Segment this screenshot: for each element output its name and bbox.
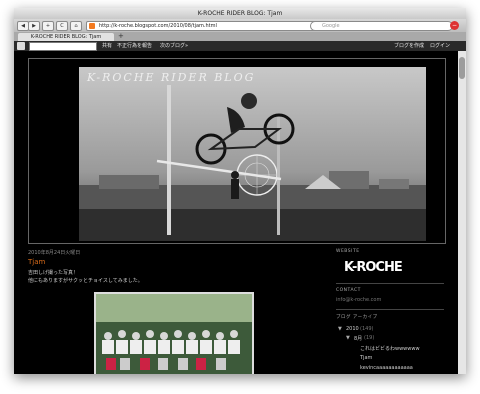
login-link[interactable]: ログイン xyxy=(430,42,450,50)
tab-bar: K-ROCHE RIDER BLOG: Tjam + xyxy=(14,32,466,41)
next-blog-link[interactable]: 次のブログ» xyxy=(160,42,188,50)
website-heading: WEBSITE xyxy=(336,249,360,254)
post-date: 2010年8月24日火曜日 xyxy=(28,250,81,256)
sidebar: WEBSITE K-ROCHE CONTACT info@k-roche.com… xyxy=(336,249,444,374)
expand-month-icon[interactable]: ▼ xyxy=(346,335,350,341)
archive-year-count: (149) xyxy=(360,326,374,332)
reload-button[interactable]: C xyxy=(56,21,68,31)
archive-post-link[interactable]: Tjam xyxy=(360,355,372,361)
create-blog-link[interactable]: ブログを作成 xyxy=(394,42,424,50)
contact-email: info@k-roche.com xyxy=(336,297,382,303)
archive-month-link[interactable]: 8月 xyxy=(354,335,362,342)
search-field[interactable]: Google xyxy=(310,21,453,31)
window-titlebar: K-ROCHE RIDER BLOG: Tjam xyxy=(14,8,466,19)
blog-title[interactable]: K-ROCHE RIDER BLOG xyxy=(87,71,255,84)
divider xyxy=(336,309,444,310)
report-abuse-link[interactable]: 不正行為を報告 xyxy=(117,42,152,50)
address-bar[interactable]: http://k-roche.blogspot.com/2010/08/tjam… xyxy=(86,21,325,31)
blogger-logo-icon[interactable] xyxy=(17,42,25,50)
window-title: K-ROCHE RIDER BLOG: Tjam xyxy=(197,10,283,17)
contact-heading: CONTACT xyxy=(336,288,361,293)
share-link[interactable]: 共有 xyxy=(102,42,112,50)
blog-header: K-ROCHE RIDER BLOG xyxy=(28,58,446,244)
kroche-logo[interactable]: K-ROCHE xyxy=(344,260,403,275)
bmx-rider-photo xyxy=(79,85,426,241)
post-title-link[interactable]: Tjam xyxy=(28,258,45,266)
search-placeholder: Google xyxy=(322,23,340,29)
header-photo[interactable]: K-ROCHE RIDER BLOG xyxy=(79,67,426,241)
stop-icon[interactable]: − xyxy=(450,21,459,30)
archive-post-link[interactable]: これはビビるわwwwwww xyxy=(360,345,420,352)
divider xyxy=(336,283,444,284)
post-body-line: 他にもありますがサクッとチョイスしてみました。 xyxy=(28,278,143,284)
url-text: http://k-roche.blogspot.com/2010/08/tjam… xyxy=(99,23,217,29)
post-body: 吉田しげ撮った写真！ 他にもありますがサクッとチョイスしてみました。 xyxy=(28,269,143,285)
group-photo[interactable] xyxy=(94,292,254,374)
group-photo-image xyxy=(96,294,252,374)
scrollbar-thumb[interactable] xyxy=(459,57,465,79)
share-button[interactable]: + xyxy=(42,21,54,31)
post-body-line: 吉田しげ撮った写真！ xyxy=(28,270,79,276)
archive-heading: ブログ アーカイブ xyxy=(336,315,378,320)
browser-window: K-ROCHE RIDER BLOG: Tjam ◀ ▶ + C ⌂ http:… xyxy=(14,8,466,374)
blogger-favicon-icon xyxy=(89,23,95,29)
archive-year-link[interactable]: 2010 xyxy=(346,326,359,332)
expand-year-icon[interactable]: ▼ xyxy=(338,326,342,332)
home-button[interactable]: ⌂ xyxy=(70,21,82,31)
blogger-navbar: Q 共有 不正行為を報告 次のブログ» ブログを作成 ログイン xyxy=(14,41,466,51)
archive-month-count: (19) xyxy=(364,335,375,341)
new-tab-button[interactable]: + xyxy=(118,32,124,41)
browser-toolbar: ◀ ▶ + C ⌂ http://k-roche.blogspot.com/20… xyxy=(14,19,466,32)
forward-button[interactable]: ▶ xyxy=(28,21,40,31)
tab-active[interactable]: K-ROCHE RIDER BLOG: Tjam xyxy=(18,33,114,41)
blog-page: K-ROCHE RIDER BLOG 2010年8月24日火曜日 Tjam 吉田… xyxy=(14,51,458,374)
blog-search-input[interactable]: Q xyxy=(29,42,107,51)
archive-post-link[interactable]: kevincaaaaaaaaaaaa xyxy=(360,365,413,371)
vertical-scrollbar[interactable] xyxy=(458,51,466,374)
tab-label: K-ROCHE RIDER BLOG: Tjam xyxy=(30,34,102,40)
